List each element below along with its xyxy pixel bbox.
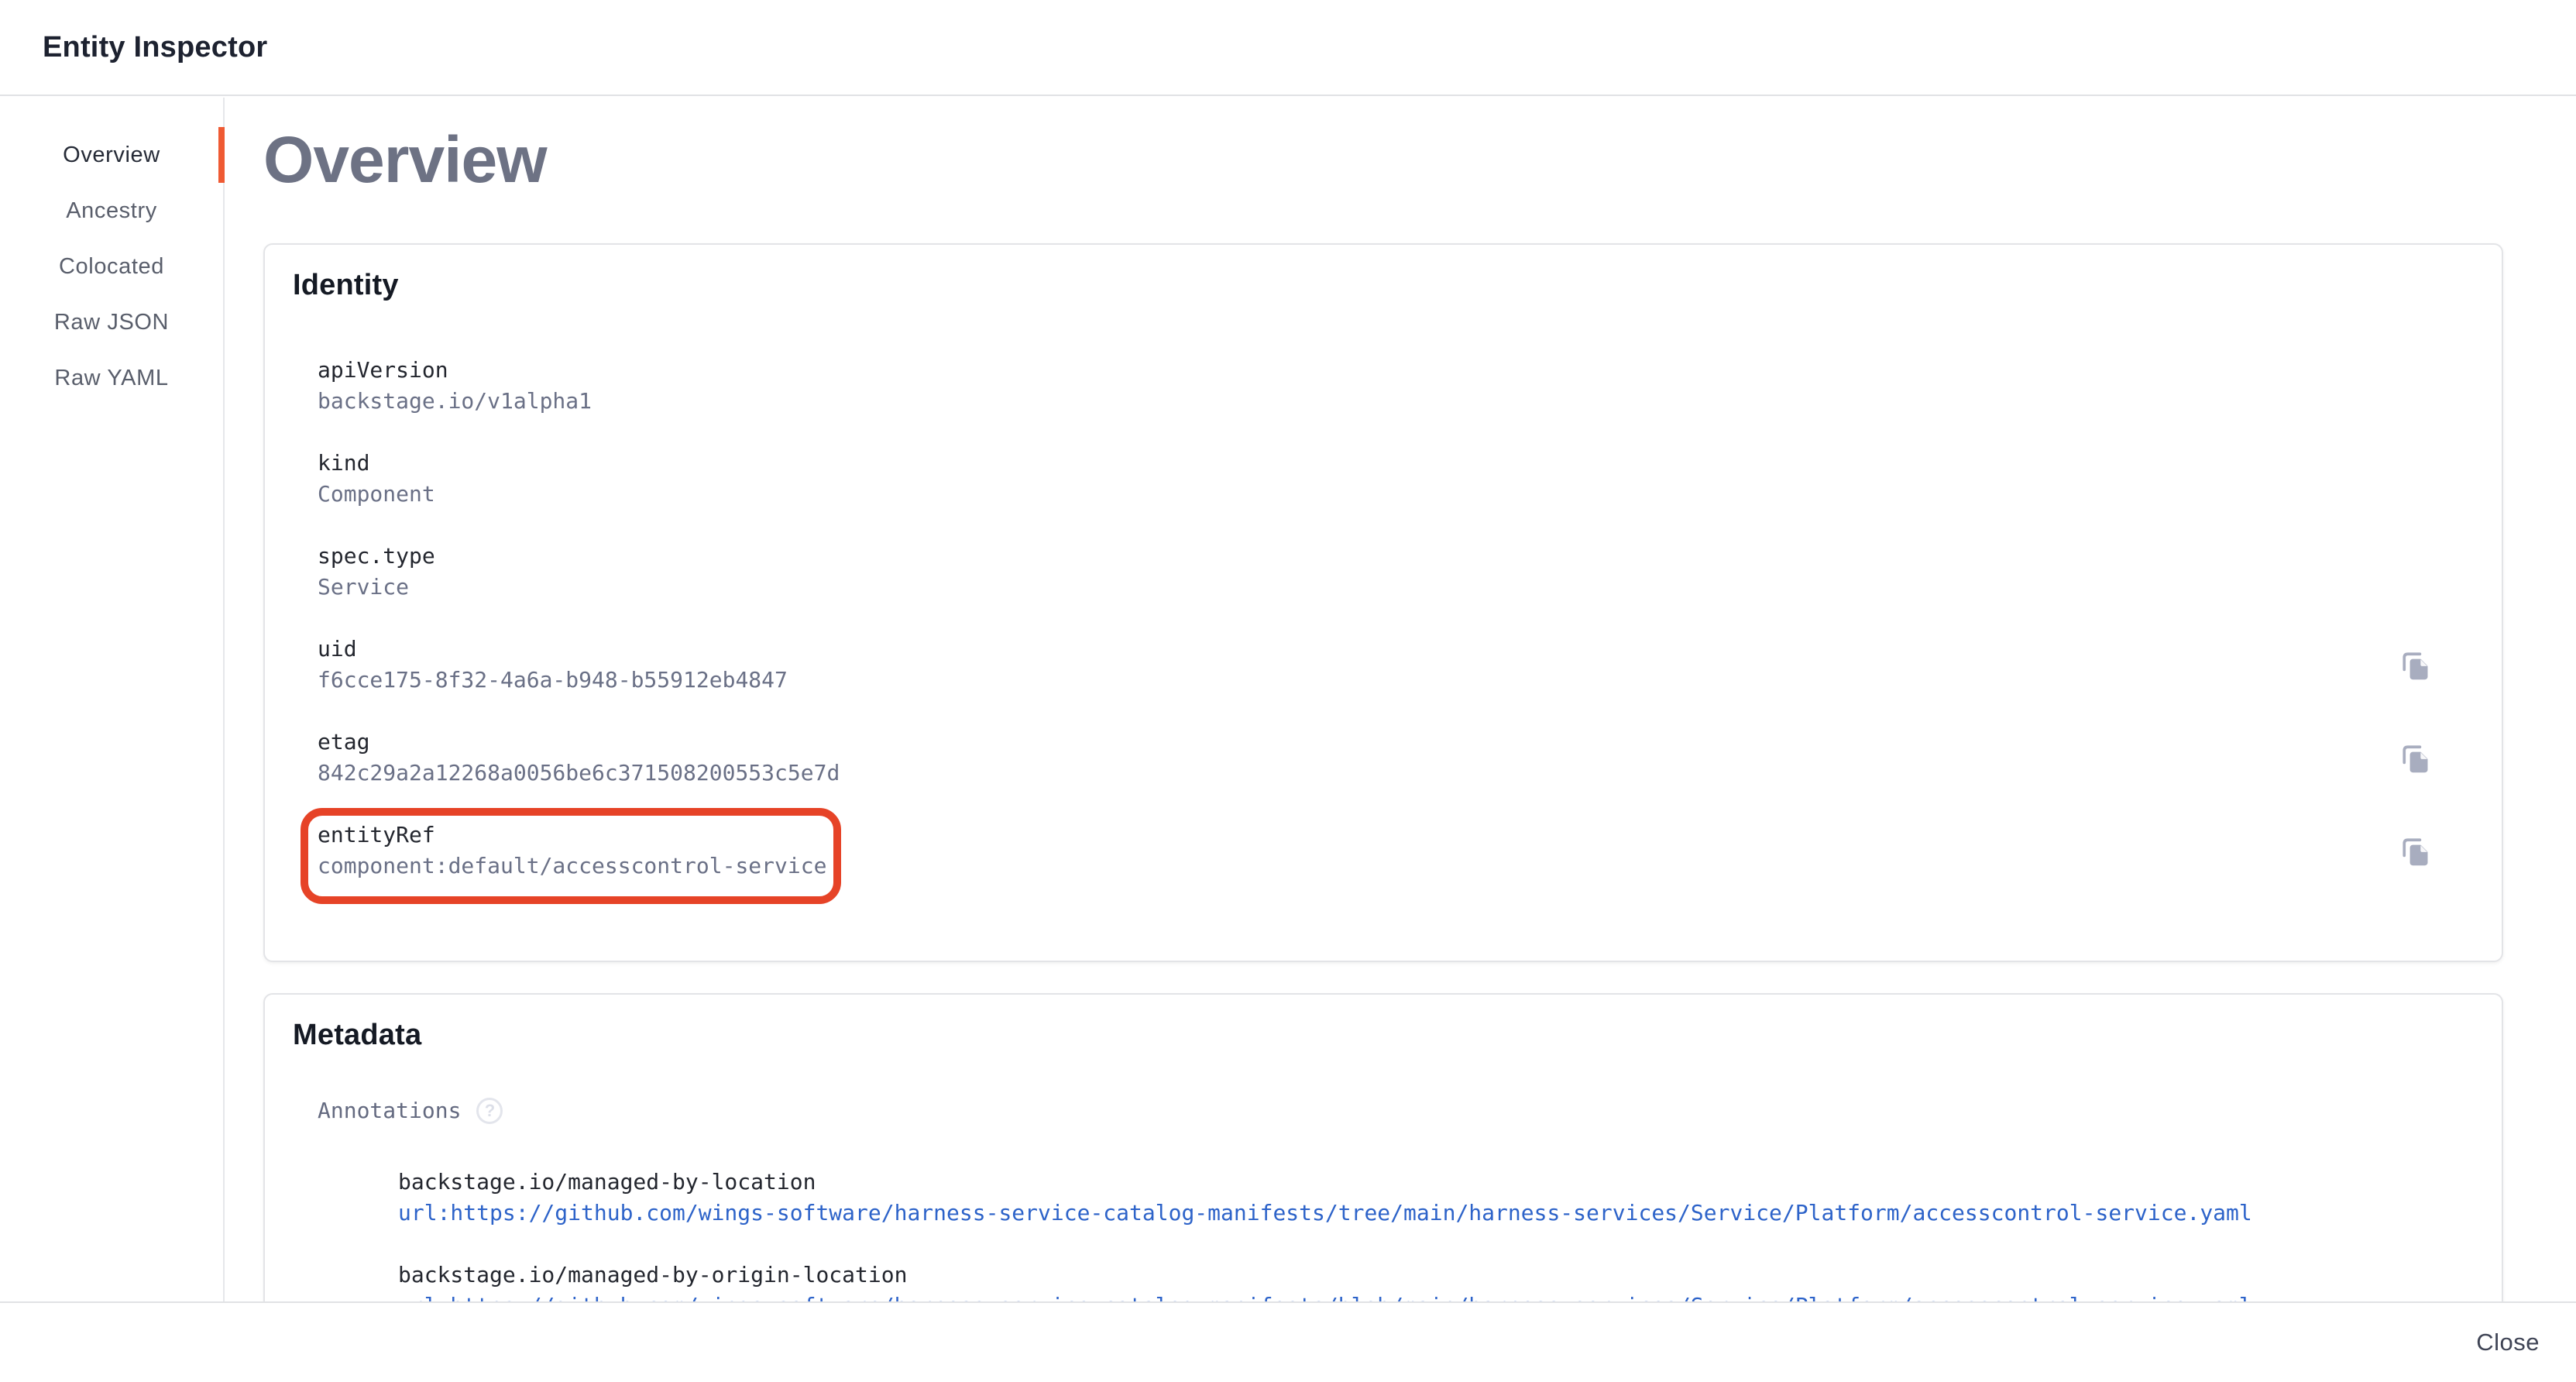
copy-button[interactable] [2398,648,2432,682]
metadata-card-title: Metadata [293,1018,2474,1052]
identity-field-text: uid f6cce175-8f32-4a6a-b948-b55912eb4847 [318,634,788,696]
field-value: component:default/accesscontrol-service [318,851,826,882]
annotation-list: backstage.io/managed-by-location url:htt… [398,1167,2474,1301]
active-tab-indicator [218,127,225,183]
annotation-url-link[interactable]: url:https://github.com/wings-software/ha… [398,1291,2252,1301]
sidebar-tab-label: Ancestry [66,198,157,224]
sidebar-tab-label: Raw JSON [54,310,169,335]
identity-field-row: kind Component [318,448,2474,510]
copy-button[interactable] [2398,834,2432,868]
annotation-entry: backstage.io/managed-by-location url:htt… [398,1167,2474,1229]
dialog-body: Overview Ancestry Colocated Raw JSON Raw… [0,98,2576,1301]
copy-button[interactable] [2398,741,2432,775]
identity-field-text: etag 842c29a2a12268a0056be6c371508200553… [318,727,840,789]
annotation-url-link[interactable]: url:https://github.com/wings-software/ha… [398,1198,2252,1229]
sidebar-tab[interactable]: Colocated [0,239,223,294]
field-value: backstage.io/v1alpha1 [318,386,592,417]
dialog-title: Entity Inspector [43,31,267,64]
identity-field-row: etag 842c29a2a12268a0056be6c371508200553… [318,727,2474,789]
close-button[interactable]: Close [2471,1321,2544,1364]
page-title: Overview [263,122,2503,197]
sidebar-tab-label: Overview [63,143,160,168]
identity-card-title: Identity [293,268,2474,302]
field-label: etag [318,727,840,758]
content-panel: Overview Identity apiVersion backstage.i… [225,98,2576,1301]
sidebar-tab-label: Raw YAML [54,366,168,391]
identity-card: Identity apiVersion backstage.io/v1alpha… [263,243,2503,962]
sidebar-tab-label: Colocated [59,254,164,280]
copy-icon [2398,741,2432,775]
sidebar-tab[interactable]: Ancestry [0,183,223,239]
sidebar-tab[interactable]: Raw YAML [0,350,223,406]
annotation-key: backstage.io/managed-by-location [398,1167,2474,1198]
identity-field-text: spec.type Service [318,541,435,603]
annotations-header: Annotations ? [318,1095,2474,1126]
identity-field-text: apiVersion backstage.io/v1alpha1 [318,355,592,417]
identity-field-row: spec.type Service [318,541,2474,603]
field-value: 842c29a2a12268a0056be6c371508200553c5e7d [318,758,840,789]
identity-field-row: uid f6cce175-8f32-4a6a-b948-b55912eb4847 [318,634,2474,696]
field-value: Component [318,479,435,510]
field-value: f6cce175-8f32-4a6a-b948-b55912eb4847 [318,665,788,696]
field-label: uid [318,634,788,665]
field-label: kind [318,448,435,479]
annotations-label: Annotations [318,1095,461,1126]
identity-field-text: entityRef component:default/accesscontro… [318,820,826,882]
annotation-key: backstage.io/managed-by-origin-location [398,1260,2474,1291]
metadata-card: Metadata Annotations ? backstage.io/mana… [263,993,2503,1301]
copy-icon [2398,648,2432,682]
dialog-footer: Close [0,1301,2576,1382]
copy-icon [2398,834,2432,868]
field-label: spec.type [318,541,435,572]
sidebar-tab[interactable]: Overview [0,127,223,183]
field-label: entityRef [318,820,826,851]
field-label: apiVersion [318,355,592,386]
sidebar-tabs: Overview Ancestry Colocated Raw JSON Raw… [0,98,225,1301]
identity-field-row: entityRef component:default/accesscontro… [318,820,2474,882]
sidebar-tab[interactable]: Raw JSON [0,294,223,350]
dialog-header: Entity Inspector [0,0,2576,96]
identity-field-list: apiVersion backstage.io/v1alpha1 kind Co… [318,355,2474,882]
field-value: Service [318,572,435,603]
help-icon[interactable]: ? [476,1098,503,1124]
annotation-entry: backstage.io/managed-by-origin-location … [398,1260,2474,1301]
identity-field-text: kind Component [318,448,435,510]
identity-field-row: apiVersion backstage.io/v1alpha1 [318,355,2474,417]
